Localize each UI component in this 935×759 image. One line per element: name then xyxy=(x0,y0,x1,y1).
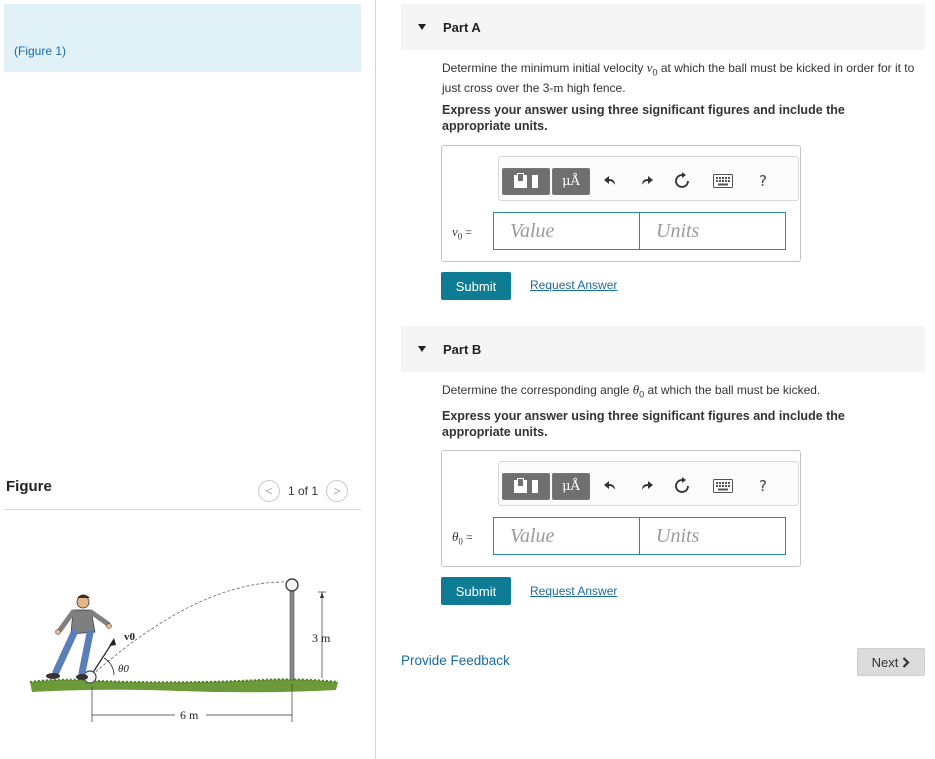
undo-icon xyxy=(604,176,615,185)
redo-button[interactable] xyxy=(634,474,658,498)
fence-pole xyxy=(289,589,295,681)
part-a-instruction: Express your answer using three signific… xyxy=(442,103,845,133)
templates-button[interactable] xyxy=(502,473,550,500)
part-a-units-input[interactable] xyxy=(639,212,786,250)
template-icon xyxy=(514,478,527,493)
part-b-answer-box: μÅ ? θ0 = xyxy=(441,450,801,567)
part-b-header[interactable]: Part B xyxy=(401,326,925,372)
height-label: 3 m xyxy=(312,631,331,645)
reset-button[interactable] xyxy=(670,169,694,193)
redo-icon xyxy=(642,481,653,490)
reset-icon xyxy=(675,477,689,493)
part-a-value-input[interactable] xyxy=(493,212,640,250)
trajectory-path xyxy=(91,581,289,676)
keyboard-icon xyxy=(713,479,733,493)
distance-label: 6 m xyxy=(180,708,199,722)
undo-button[interactable] xyxy=(599,169,623,193)
angle-label: θ0 xyxy=(118,663,129,675)
templates-button[interactable] xyxy=(502,168,550,195)
figure-1-link[interactable]: (Figure 1) xyxy=(14,44,66,58)
reset-button[interactable] xyxy=(670,474,694,498)
figure-heading: Figure xyxy=(6,478,52,495)
help-button[interactable]: ? xyxy=(751,169,775,193)
next-button-label: Next xyxy=(871,654,899,670)
part-a-answer-box: μÅ ? v0 = xyxy=(441,145,801,262)
part-a-submit-button[interactable]: Submit xyxy=(441,272,511,300)
chevron-right-icon xyxy=(903,656,910,668)
template-icon xyxy=(514,173,527,188)
help-icon: ? xyxy=(759,172,767,190)
part-a-equation-toolbar: μÅ ? xyxy=(498,156,799,201)
keyboard-button[interactable] xyxy=(711,169,735,193)
next-figure-button[interactable]: > xyxy=(326,480,349,502)
next-button[interactable]: Next xyxy=(857,648,925,676)
previous-figure-button[interactable]: < xyxy=(258,480,280,502)
keyboard-icon xyxy=(713,174,733,188)
part-a-title: Part A xyxy=(443,20,481,35)
help-button[interactable]: ? xyxy=(751,474,775,498)
part-b-question: Determine the corresponding angle θ0 at … xyxy=(442,382,821,400)
part-b-value-input[interactable] xyxy=(493,517,640,555)
part-b-units-input[interactable] xyxy=(639,517,786,555)
part-b-equation-toolbar: μÅ ? xyxy=(498,461,799,506)
velocity-label: v0 xyxy=(124,631,136,643)
figure-pane: (Figure 1) Figure < 1 of 1 > v0 θ0 3 m 6… xyxy=(0,0,376,759)
part-b-title: Part B xyxy=(443,342,482,357)
provide-feedback-link[interactable]: Provide Feedback xyxy=(401,653,510,668)
kicker-diagram: v0 θ0 3 m 6 m xyxy=(29,578,339,722)
caret-down-icon xyxy=(418,24,426,30)
redo-button[interactable] xyxy=(634,169,658,193)
ball-at-fence xyxy=(285,578,299,592)
reset-icon xyxy=(675,172,689,188)
part-a-question: Determine the minimum initial velocity v… xyxy=(442,60,915,96)
part-b-variable-label: θ0 = xyxy=(452,529,473,547)
chevron-left-icon: < xyxy=(265,484,273,498)
units-button[interactable]: μÅ xyxy=(552,168,590,195)
chevron-right-icon: > xyxy=(333,484,341,498)
figure-divider xyxy=(4,509,361,510)
caret-down-icon xyxy=(418,346,426,352)
part-a-variable-label: v0 = xyxy=(452,224,473,242)
part-a-header[interactable]: Part A xyxy=(401,4,925,50)
redo-icon xyxy=(642,176,653,185)
undo-icon xyxy=(604,481,615,490)
figure-link-bar xyxy=(4,4,361,72)
units-button[interactable]: μÅ xyxy=(552,473,590,500)
keyboard-button[interactable] xyxy=(711,474,735,498)
help-icon: ? xyxy=(759,477,767,495)
figure-page-counter: 1 of 1 xyxy=(288,484,319,498)
figure-pager: < 1 of 1 > xyxy=(258,480,349,502)
part-a-request-answer-link[interactable]: Request Answer xyxy=(530,278,617,292)
part-b-instruction: Express your answer using three signific… xyxy=(442,409,845,439)
part-b-request-answer-link[interactable]: Request Answer xyxy=(530,584,617,598)
part-b-submit-button[interactable]: Submit xyxy=(441,577,511,605)
undo-button[interactable] xyxy=(599,474,623,498)
